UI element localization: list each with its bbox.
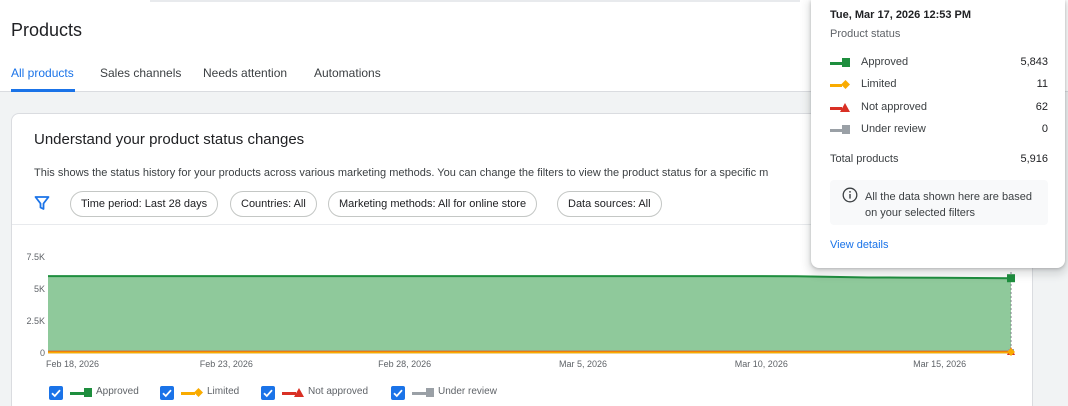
tooltip-value: 11 — [1036, 78, 1048, 90]
limited-series-icon — [181, 388, 203, 397]
not-approved-series-icon — [830, 103, 850, 112]
tooltip-info-text: All the data shown here are based on you… — [865, 191, 1032, 219]
tooltip-row-not-approved: Not approved 62 — [830, 100, 1048, 116]
y-tick-label: 7.5K — [26, 252, 45, 262]
checkbox-checked-icon[interactable] — [391, 386, 405, 400]
y-tick-label: 5K — [34, 284, 45, 294]
under-review-series-icon — [830, 125, 850, 134]
tooltip-label: Approved — [861, 56, 909, 68]
tooltip-row-limited: Limited 11 — [830, 77, 1048, 93]
tooltip-total-value: 5,916 — [1020, 153, 1048, 165]
under-review-series-icon — [412, 388, 434, 397]
approved-area — [48, 276, 1011, 353]
chart-tooltip: Tue, Mar 17, 2026 12:53 PM Product statu… — [811, 0, 1065, 268]
approved-point-marker — [1007, 274, 1015, 283]
legend-label: Not approved — [308, 386, 369, 397]
tooltip-value: 0 — [1041, 123, 1048, 135]
tooltip-label: Not approved — [861, 101, 928, 113]
y-tick-label: 0 — [40, 348, 45, 358]
tooltip-label: Under review — [861, 123, 926, 135]
y-tick-label: 2.5K — [26, 316, 45, 326]
not-approved-series-icon — [282, 388, 304, 397]
approved-series-icon — [70, 388, 92, 397]
view-details-link[interactable]: View details — [830, 239, 889, 251]
x-tick-label: Mar 15, 2026 — [913, 359, 966, 369]
checkbox-checked-icon[interactable] — [160, 386, 174, 400]
limited-series-icon — [830, 80, 850, 89]
tooltip-row-under-review: Under review 0 — [830, 122, 1048, 138]
x-tick-label: Feb 18, 2026 — [46, 359, 99, 369]
checkbox-checked-icon[interactable] — [261, 386, 275, 400]
x-tick-label: Mar 5, 2026 — [559, 359, 607, 369]
tooltip-subtitle: Product status — [830, 28, 901, 40]
x-tick-label: Feb 23, 2026 — [200, 359, 253, 369]
info-icon — [842, 187, 858, 203]
legend-label: Under review — [438, 386, 497, 397]
legend-label: Approved — [96, 386, 139, 397]
legend-label: Limited — [207, 386, 240, 397]
tooltip-value: 5,843 — [1020, 56, 1048, 68]
tooltip-info-box: All the data shown here are based on you… — [830, 180, 1048, 225]
tooltip-label: Limited — [861, 78, 897, 90]
x-tick-label: Feb 28, 2026 — [378, 359, 431, 369]
tooltip-total-label: Total products — [830, 153, 899, 165]
tooltip-value: 62 — [1035, 101, 1048, 113]
tooltip-row-approved: Approved 5,843 — [830, 55, 1048, 71]
checkbox-checked-icon[interactable] — [49, 386, 63, 400]
tooltip-date: Tue, Mar 17, 2026 12:53 PM — [830, 9, 972, 21]
x-tick-label: Mar 10, 2026 — [735, 359, 788, 369]
approved-series-icon — [830, 58, 850, 67]
